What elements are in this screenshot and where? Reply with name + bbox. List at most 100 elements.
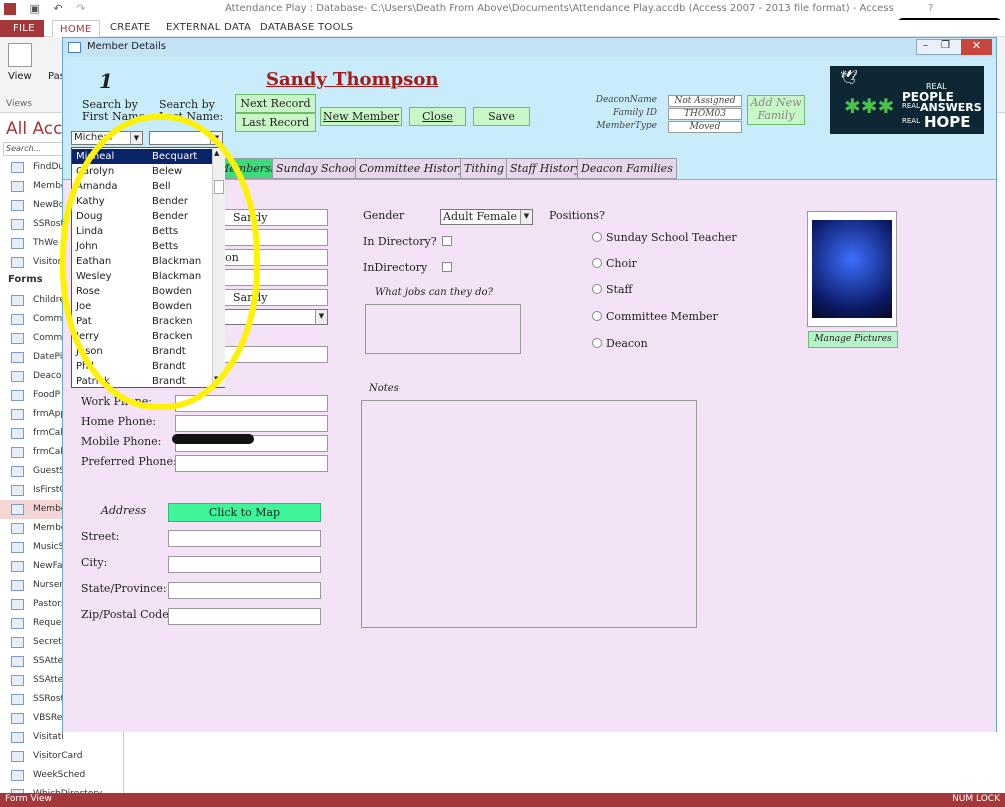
new-member-button[interactable]: New Member <box>320 107 402 126</box>
form-icon <box>11 561 24 572</box>
close-icon[interactable]: ✕ <box>961 39 992 55</box>
click-to-map-button[interactable]: Click to Map <box>168 503 321 522</box>
in-directory-q-label: In Directory? <box>363 235 437 248</box>
form-icon <box>11 333 24 344</box>
next-record-button[interactable]: Next Record <box>235 94 316 113</box>
gender-combo[interactable]: Adult Female ▼ <box>440 209 533 225</box>
add-new-family-button[interactable]: Add New Family <box>747 95 805 125</box>
gender-label: Gender <box>363 209 405 222</box>
nav-item[interactable]: WhichDirectory <box>0 785 123 793</box>
save-button[interactable]: Save <box>473 107 530 126</box>
jobs-textarea[interactable] <box>365 304 521 354</box>
chevron-down-icon[interactable]: ▼ <box>520 210 532 224</box>
city-field[interactable] <box>168 556 321 573</box>
radio-committee-member[interactable] <box>592 311 602 321</box>
help-button[interactable]: ? <box>928 3 933 14</box>
state-label: State/Province: <box>81 582 167 595</box>
tab-tithing[interactable]: Tithing <box>460 158 509 179</box>
position-deacon: Deacon <box>606 337 648 350</box>
redaction-mark <box>172 434 254 444</box>
tab-create[interactable]: CREATE <box>110 22 151 33</box>
form-icon <box>11 314 24 325</box>
member-type-combo[interactable]: Moved <box>668 121 742 133</box>
query-icon <box>11 181 24 192</box>
form-icon <box>11 447 24 458</box>
user-avatar-icon <box>812 220 892 318</box>
notes-textarea[interactable] <box>361 400 697 628</box>
tab-database-tools[interactable]: DATABASE TOOLS <box>260 22 353 33</box>
nav-heading[interactable]: All Acc <box>6 119 63 139</box>
form-icon <box>11 751 24 762</box>
jobs-label: What jobs can they do? <box>375 287 493 298</box>
deacon-name-label: DeaconName <box>595 95 657 105</box>
in-directory-q-checkbox[interactable] <box>442 236 452 246</box>
tab-deacon-families[interactable]: Deacon Families <box>577 158 677 179</box>
undo-icon[interactable]: ↶ <box>53 2 62 15</box>
form-icon <box>11 390 24 401</box>
tab-committee-history[interactable]: Committee History <box>355 158 470 179</box>
in-directory-label: InDirectory <box>363 261 428 274</box>
query-icon <box>11 257 24 268</box>
view-button[interactable]: View <box>8 71 32 82</box>
window-title: Attendance Play : Database- C:\Users\Dea… <box>225 3 894 14</box>
form-icon <box>11 428 24 439</box>
window-controls: – ❐ ✕ <box>916 39 992 55</box>
church-logo: 🕊 ✱✱✱ REAL PEOPLE REAL ANSWERS REAL HOPE <box>830 66 984 134</box>
ribbon-tabs: FILE HOME CREATE EXTERNAL DATA DATABASE … <box>0 20 1005 38</box>
position-choir: Choir <box>606 257 637 270</box>
form-icon <box>11 599 24 610</box>
form-title-text: Member Details <box>87 41 166 52</box>
tab-external-data[interactable]: EXTERNAL DATA <box>166 22 251 33</box>
access-icon <box>4 3 16 15</box>
radio-choir[interactable] <box>592 258 602 268</box>
state-field[interactable] <box>168 582 321 599</box>
form-icon <box>11 694 24 705</box>
form-window-title: Member Details – ❐ ✕ <box>63 38 996 57</box>
in-directory-checkbox[interactable] <box>442 262 452 272</box>
quick-access-toolbar[interactable]: ▣ ↶ ↷ <box>4 2 85 15</box>
form-icon <box>11 713 24 724</box>
chevron-down-icon[interactable]: ▼ <box>315 310 327 324</box>
status-bar: Form View NUM LOCK <box>0 793 1005 807</box>
radio-staff[interactable] <box>592 284 602 294</box>
tab-home[interactable]: HOME <box>52 20 100 38</box>
nav-group-forms[interactable]: Forms <box>8 274 43 285</box>
form-icon <box>11 770 24 781</box>
manage-pictures-button[interactable]: Manage Pictures <box>808 331 898 348</box>
view-icon[interactable] <box>8 43 32 67</box>
mobile-phone-label: Mobile Phone: <box>81 435 162 448</box>
position-sunday-school-teacher: Sunday School Teacher <box>606 231 737 244</box>
form-icon <box>11 352 24 363</box>
form-icon <box>11 732 24 743</box>
redo-icon[interactable]: ↷ <box>76 2 85 15</box>
nav-item[interactable]: WeekSched <box>0 766 123 785</box>
query-icon <box>11 238 24 249</box>
radio-sunday-school-teacher[interactable] <box>592 232 602 242</box>
query-icon <box>11 162 24 173</box>
form-icon <box>11 542 24 553</box>
preferred-phone-field[interactable] <box>175 455 328 472</box>
deacon-name-combo[interactable]: Not Assigned <box>668 95 742 107</box>
last-record-button[interactable]: Last Record <box>235 113 316 132</box>
notes-label: Notes <box>369 383 399 394</box>
tab-staff-history[interactable]: Staff History <box>506 158 586 179</box>
form-icon <box>11 656 24 667</box>
family-id-combo[interactable]: THOM03 <box>668 108 742 120</box>
form-icon <box>11 371 24 382</box>
query-icon <box>11 219 24 230</box>
query-icon <box>11 200 24 211</box>
nav-item[interactable]: VisitorCard <box>0 747 123 766</box>
restore-icon[interactable]: ❐ <box>941 40 950 51</box>
radio-deacon[interactable] <box>592 338 602 348</box>
tab-file[interactable]: FILE <box>0 20 44 37</box>
form-icon <box>11 409 24 420</box>
save-icon[interactable]: ▣ <box>30 2 40 15</box>
form-icon <box>11 485 24 496</box>
status-numlock: NUM LOCK <box>952 794 1000 804</box>
street-field[interactable] <box>168 530 321 547</box>
home-phone-field[interactable] <box>175 415 328 432</box>
close-button[interactable]: Close <box>409 107 466 126</box>
minimize-icon[interactable]: – <box>923 40 928 51</box>
tab-sunday-school[interactable]: Sunday School <box>272 158 363 179</box>
zip-field[interactable] <box>168 608 321 625</box>
